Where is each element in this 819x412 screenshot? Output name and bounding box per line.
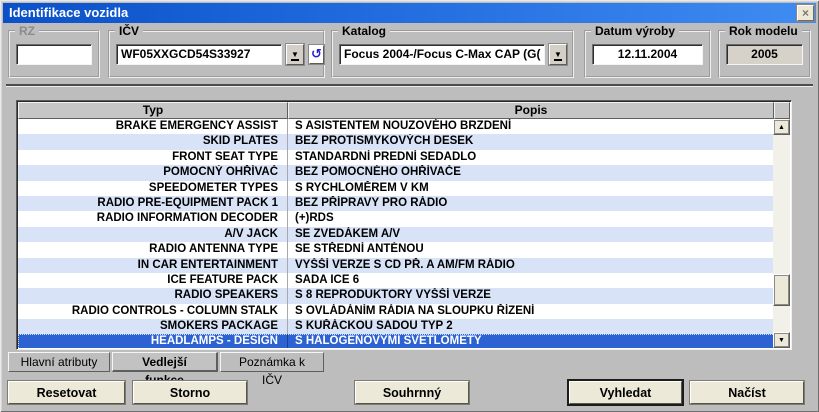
table-cell-popis: STANDARDNÍ PREDNÍ SEDADLO xyxy=(288,150,775,165)
table-cell-typ: A/V JACK xyxy=(18,227,288,242)
table-cell-popis: S RYCHLOMĚREM V KM xyxy=(288,181,775,196)
table-cell-popis: S HALOGENOVÝMI SVETLOMETY xyxy=(288,334,775,348)
table-row[interactable]: SPEEDOMETER TYPES S RYCHLOMĚREM V KM xyxy=(18,181,775,196)
katalog-input[interactable]: Focus 2004-/Focus C-Max CAP (G( xyxy=(339,44,545,65)
scroll-up-button[interactable]: ▲ xyxy=(773,119,790,135)
table-cell-popis: SADA ICE 6 xyxy=(288,273,775,288)
group-icv: IČV WF05XXGCD54S33927 ▼ ↺ xyxy=(108,30,325,78)
table-row[interactable]: RADIO INFORMATION DECODER (+)RDS xyxy=(18,211,775,226)
table-cell-typ: ICE FEATURE PACK xyxy=(18,273,288,288)
group-rz: RZ xyxy=(8,30,100,78)
icv-undo-button[interactable]: ↺ xyxy=(309,45,324,64)
rz-label: RZ xyxy=(15,24,39,38)
table-cell-typ: POMOCNÝ OHŘÍVAČ xyxy=(18,165,288,180)
column-header-popis[interactable]: Popis xyxy=(288,102,774,119)
table-row[interactable]: BRAKE EMERGENCY ASSIST S ASISTENTEM NOUZ… xyxy=(18,119,775,134)
rz-input[interactable] xyxy=(16,44,92,65)
table-row[interactable]: RADIO CONTROLS - COLUMN STALK S OVLÁDÁNÍ… xyxy=(18,304,775,319)
storno-button[interactable]: Storno xyxy=(133,381,247,404)
dialog-identifikace-vozidla: Identifikace vozidla × RZ IČV WF05XXGCD5… xyxy=(0,0,819,412)
undo-icon: ↺ xyxy=(311,46,322,61)
table-cell-typ: SMOKERS PACKAGE xyxy=(18,319,288,334)
scrollbar-thumb[interactable] xyxy=(773,274,790,306)
vertical-scrollbar[interactable]: ▲ ▼ xyxy=(773,119,790,348)
table-cell-popis: S ASISTENTEM NOUZOVÉHO BRZDENÍ xyxy=(288,119,775,134)
group-datum-vyroby: Datum výroby 12.11.2004 xyxy=(584,30,711,78)
table-cell-typ: RADIO CONTROLS - COLUMN STALK xyxy=(18,304,288,319)
scroll-down-icon: ▼ xyxy=(778,337,785,344)
close-icon: × xyxy=(802,6,809,20)
close-button[interactable]: × xyxy=(797,5,814,21)
table-row[interactable]: RADIO ANTENNA TYPE SE STŘEDNÍ ANTÉNOU xyxy=(18,242,775,257)
table-row[interactable]: IN CAR ENTERTAINMENT VYŠŠÍ VERZE S CD PŘ… xyxy=(18,258,775,273)
attributes-table: Typ Popis BRAKE EMERGENCY ASSIST S ASIST… xyxy=(16,100,792,350)
table-cell-typ: BRAKE EMERGENCY ASSIST xyxy=(18,119,288,134)
table-header: Typ Popis xyxy=(18,102,790,119)
table-cell-popis: BEZ PŘÍPRAVY PRO RÁDIO xyxy=(288,196,775,211)
tab-hlavni-atributy[interactable]: Hlavní atributy xyxy=(8,352,110,372)
scroll-down-button[interactable]: ▼ xyxy=(773,332,790,348)
table-row[interactable]: HEADLAMPS - DESIGN S HALOGENOVÝMI SVETLO… xyxy=(18,334,775,348)
katalog-dropdown-button[interactable]: ▼ xyxy=(549,44,567,65)
datum-vyroby-label: Datum výroby xyxy=(591,24,679,38)
table-row[interactable]: A/V JACK SE ZVEDÁKEM A/V xyxy=(18,227,775,242)
chevron-down-icon: ▼ xyxy=(291,50,299,61)
icv-dropdown-button[interactable]: ▼ xyxy=(286,44,304,65)
group-rok-modelu: Rok modelu 2005 xyxy=(718,30,811,78)
column-header-typ[interactable]: Typ xyxy=(18,102,288,119)
souhrnny-button[interactable]: Souhrnný xyxy=(355,381,469,404)
divider xyxy=(6,84,813,87)
table-cell-typ: RADIO PRE-EQUIPMENT PACK 1 xyxy=(18,196,288,211)
table-cell-typ: RADIO ANTENNA TYPE xyxy=(18,242,288,257)
resetovat-button[interactable]: Resetovat xyxy=(8,381,125,404)
table-cell-popis: BEZ PROTISMYKOVÝCH DESEK xyxy=(288,134,775,149)
icv-label: IČV xyxy=(115,24,143,38)
rok-modelu-label: Rok modelu xyxy=(725,24,802,38)
katalog-label: Katalog xyxy=(338,24,390,38)
table-cell-popis: S 8 REPRODUKTORY VYŠŠÍ VERZE xyxy=(288,288,775,303)
table-cell-typ: IN CAR ENTERTAINMENT xyxy=(18,258,288,273)
datum-vyroby-input[interactable]: 12.11.2004 xyxy=(592,44,703,65)
table-cell-typ: SKID PLATES xyxy=(18,134,288,149)
table-row[interactable]: ICE FEATURE PACK SADA ICE 6 xyxy=(18,273,775,288)
table-cell-popis: SE ZVEDÁKEM A/V xyxy=(288,227,775,242)
group-katalog: Katalog Focus 2004-/Focus C-Max CAP (G( … xyxy=(331,30,574,78)
column-header-stub xyxy=(774,102,790,119)
vyhledat-button[interactable]: Vyhledat xyxy=(569,381,682,404)
nacist-button[interactable]: Načíst xyxy=(690,381,804,404)
table-row[interactable]: SKID PLATES BEZ PROTISMYKOVÝCH DESEK xyxy=(18,134,775,149)
table-cell-popis: S OVLÁDÁNÍM RÁDIA NA SLOUPKU ŘÍZENÍ xyxy=(288,304,775,319)
table-cell-typ: SPEEDOMETER TYPES xyxy=(18,181,288,196)
table-row[interactable]: POMOCNÝ OHŘÍVAČ BEZ POMOCNÉHO OHŘÍVAČE xyxy=(18,165,775,180)
title-bar: Identifikace vozidla × xyxy=(3,3,816,23)
table-row[interactable]: SMOKERS PACKAGE S KUŘÁCKOU SADOU TYP 2 xyxy=(18,319,775,334)
chevron-down-icon: ▼ xyxy=(554,50,562,61)
table-row[interactable]: RADIO PRE-EQUIPMENT PACK 1 BEZ PŘÍPRAVY … xyxy=(18,196,775,211)
rok-modelu-value: 2005 xyxy=(726,44,803,65)
table-cell-popis: (+)RDS xyxy=(288,211,775,226)
scroll-up-icon: ▲ xyxy=(778,124,785,131)
table-cell-popis: SE STŘEDNÍ ANTÉNOU xyxy=(288,242,775,257)
table-cell-typ: HEADLAMPS - DESIGN xyxy=(18,334,288,348)
table-cell-popis: S KUŘÁCKOU SADOU TYP 2 xyxy=(288,319,775,334)
table-cell-popis: BEZ POMOCNÉHO OHŘÍVAČE xyxy=(288,165,775,180)
table-row[interactable]: RADIO SPEAKERS S 8 REPRODUKTORY VYŠŠÍ VE… xyxy=(18,288,775,303)
window-title: Identifikace vozidla xyxy=(9,5,128,20)
tab-vedlejsi-funkce[interactable]: Vedlejší funkce xyxy=(112,352,218,372)
tab-poznamka-k-icv[interactable]: Poznámka k IČV xyxy=(220,352,324,372)
table-body: BRAKE EMERGENCY ASSIST S ASISTENTEM NOUZ… xyxy=(18,119,775,348)
table-cell-typ: FRONT SEAT TYPE xyxy=(18,150,288,165)
table-row[interactable]: FRONT SEAT TYPE STANDARDNÍ PREDNÍ SEDADL… xyxy=(18,150,775,165)
icv-input[interactable]: WF05XXGCD54S33927 xyxy=(116,44,282,65)
table-cell-popis: VYŠŠÍ VERZE S CD PŘ. A AM/FM RÁDIO xyxy=(288,258,775,273)
table-cell-typ: RADIO SPEAKERS xyxy=(18,288,288,303)
table-cell-typ: RADIO INFORMATION DECODER xyxy=(18,211,288,226)
